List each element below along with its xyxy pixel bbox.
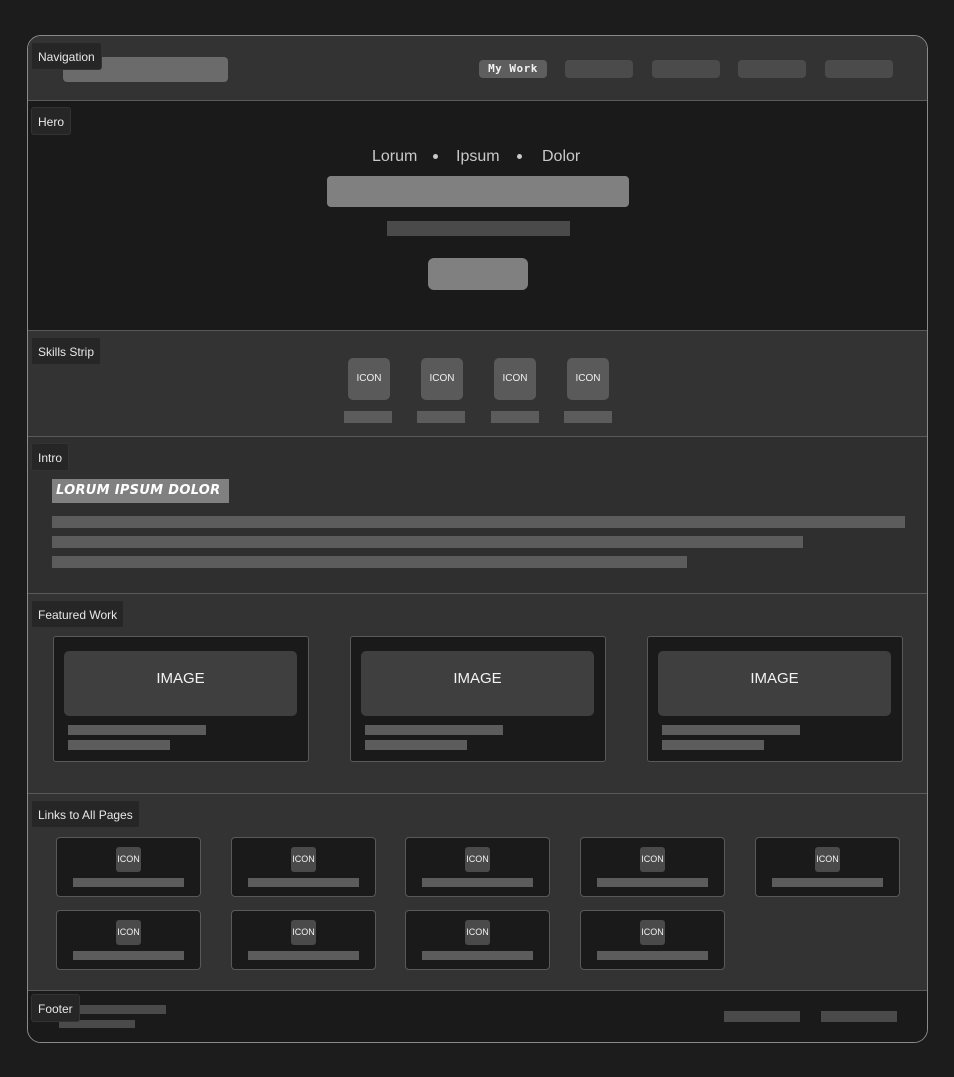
page-link-card[interactable]: ICON <box>56 910 201 970</box>
skill-icon: ICON <box>348 358 390 400</box>
skill-icon: ICON <box>567 358 609 400</box>
intro-text-line <box>52 556 687 568</box>
work-card-image: IMAGE <box>361 651 594 716</box>
page-link-label-placeholder <box>422 951 533 960</box>
page-link-card[interactable]: ICON <box>405 910 550 970</box>
section-tag-featured-work: Featured Work <box>31 600 125 628</box>
footer-link-placeholder[interactable] <box>724 1011 800 1022</box>
page-icon: ICON <box>291 847 316 872</box>
footer-section: Footer <box>28 991 927 1042</box>
page-icon: ICON <box>640 847 665 872</box>
intro-section: Intro LORUM IPSUM DOLOR <box>28 437 927 594</box>
page-link-card[interactable]: ICON <box>580 837 725 897</box>
section-tag-links: Links to All Pages <box>31 800 140 828</box>
skill-label-placeholder <box>417 411 465 423</box>
nav-link-placeholder[interactable] <box>825 60 893 78</box>
intro-heading: LORUM IPSUM DOLOR <box>52 479 229 503</box>
page-link-card[interactable]: ICON <box>405 837 550 897</box>
page-link-label-placeholder <box>248 951 359 960</box>
page-icon: ICON <box>465 920 490 945</box>
skill-icon: ICON <box>494 358 536 400</box>
page-link-label-placeholder <box>597 951 708 960</box>
page-link-label-placeholder <box>73 951 184 960</box>
section-tag-intro: Intro <box>31 443 70 471</box>
links-section: Links to All Pages ICON ICON ICON ICON I… <box>28 794 927 991</box>
nav-link-placeholder[interactable] <box>652 60 720 78</box>
page-link-label-placeholder <box>248 878 359 887</box>
page-link-card[interactable]: ICON <box>231 910 376 970</box>
page-link-label-placeholder <box>597 878 708 887</box>
page-link-card[interactable]: ICON <box>755 837 900 897</box>
skill-label-placeholder <box>344 411 392 423</box>
section-tag-skills: Skills Strip <box>31 337 102 365</box>
section-tag-footer: Footer <box>31 994 80 1022</box>
hero-keyword: Dolor <box>542 148 581 165</box>
page-icon: ICON <box>815 847 840 872</box>
hero-section: Hero Lorum Ipsum Dolor <box>28 101 927 331</box>
page-icon: ICON <box>640 920 665 945</box>
page-icon: ICON <box>116 847 141 872</box>
work-card-image: IMAGE <box>64 651 297 716</box>
hero-keyword: Ipsum <box>456 148 500 165</box>
work-card-image: IMAGE <box>658 651 891 716</box>
footer-brand-placeholder <box>76 1005 166 1014</box>
page-link-label-placeholder <box>73 878 184 887</box>
page-link-card[interactable]: ICON <box>231 837 376 897</box>
bullet-dot-icon <box>433 154 438 159</box>
work-card-meta-placeholder <box>68 740 170 750</box>
work-card-meta-placeholder <box>365 740 467 750</box>
nav-link-placeholder[interactable] <box>738 60 806 78</box>
page-link-card[interactable]: ICON <box>580 910 725 970</box>
navigation-section: My Work Navigation <box>28 36 927 101</box>
section-tag-hero: Hero <box>31 107 72 135</box>
page-icon: ICON <box>291 920 316 945</box>
hero-subtitle-placeholder <box>387 221 570 236</box>
wireframe-frame: My Work Navigation Hero Lorum Ipsum Dolo… <box>27 35 928 1043</box>
work-card[interactable]: IMAGE <box>53 636 309 762</box>
work-card-title-placeholder <box>68 725 206 735</box>
page-icon: ICON <box>465 847 490 872</box>
hero-keyword: Lorum <box>372 148 418 165</box>
skill-label-placeholder <box>564 411 612 423</box>
hero-cta-button[interactable] <box>428 258 528 290</box>
intro-text-line <box>52 536 803 548</box>
section-tag-navigation: Navigation <box>31 42 102 70</box>
skills-section: Skills Strip ICON ICON ICON ICON <box>28 331 927 437</box>
intro-text-line <box>52 516 905 528</box>
bullet-dot-icon <box>517 154 522 159</box>
work-card-title-placeholder <box>662 725 800 735</box>
nav-link-placeholder[interactable] <box>565 60 633 78</box>
page-link-label-placeholder <box>772 878 883 887</box>
page-icon: ICON <box>116 920 141 945</box>
work-card[interactable]: IMAGE <box>647 636 903 762</box>
work-card-title-placeholder <box>365 725 503 735</box>
skill-icon: ICON <box>421 358 463 400</box>
nav-link-my-work[interactable]: My Work <box>479 60 547 78</box>
page-link-label-placeholder <box>422 878 533 887</box>
work-card[interactable]: IMAGE <box>350 636 606 762</box>
work-card-meta-placeholder <box>662 740 764 750</box>
featured-work-section: Featured Work IMAGE IMAGE IMAGE <box>28 594 927 794</box>
footer-link-placeholder[interactable] <box>821 1011 897 1022</box>
page-link-card[interactable]: ICON <box>56 837 201 897</box>
skill-label-placeholder <box>491 411 539 423</box>
hero-title-placeholder <box>327 176 629 207</box>
